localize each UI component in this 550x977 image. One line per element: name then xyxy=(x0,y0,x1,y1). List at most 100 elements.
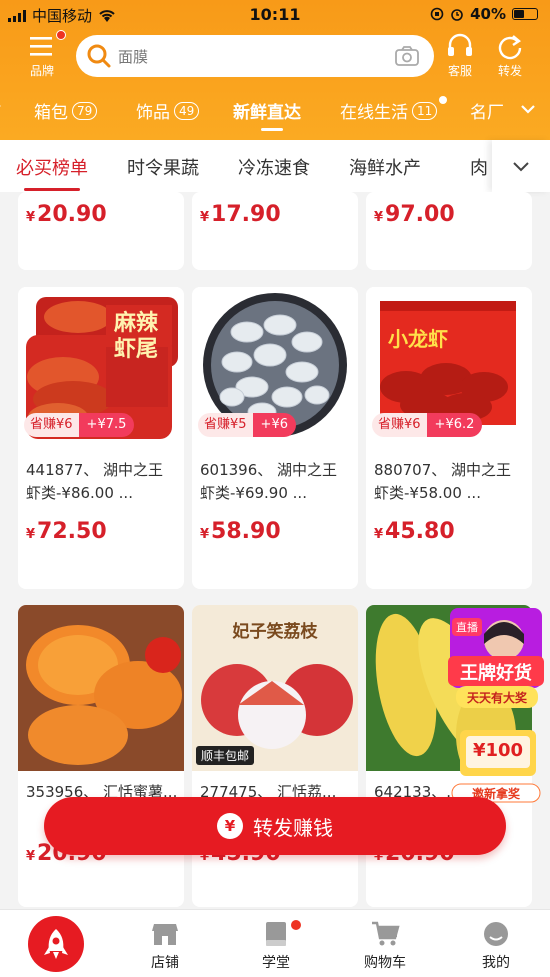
product-card[interactable]: 省赚¥5 +¥6 601396、 湖中之王虾类-¥69.90 ... ¥58.9… xyxy=(192,287,358,589)
free-shipping-badge: 顺丰包邮 xyxy=(196,746,255,765)
subtab-meat[interactable]: 肉 xyxy=(470,154,488,180)
price: ¥97.00 xyxy=(374,202,455,227)
product-card[interactable]: ¥20.90 xyxy=(18,192,184,270)
save-amount: 省赚¥6 xyxy=(372,413,427,437)
live-subtitle: 天天有大奖 xyxy=(466,691,527,705)
search-bar[interactable]: 面膜 xyxy=(76,35,434,77)
product-card[interactable]: 小龙虾 省赚¥6 +¥6.2 880707、 湖中之王虾类-¥58.00 ...… xyxy=(366,287,532,589)
tab-cart[interactable]: 购物车 xyxy=(350,920,420,972)
search-icon xyxy=(87,44,111,68)
product-image-lychee: 妃子笑荔枝 顺丰包邮 xyxy=(192,605,358,771)
subtab-seasonal[interactable]: 时令果蔬 xyxy=(127,154,199,180)
save-amount: 省赚¥5 xyxy=(198,413,253,437)
live-tag: 直播 xyxy=(452,618,482,636)
orientation-lock-icon xyxy=(430,7,444,21)
category-tab-brand-factory[interactable]: 名厂 xyxy=(470,98,504,123)
profile-icon xyxy=(461,920,531,948)
category-count: 49 xyxy=(174,101,200,120)
more-subtabs-button[interactable] xyxy=(492,140,550,192)
yen-icon: ¥ xyxy=(217,813,243,839)
tab-label: 购物车 xyxy=(364,955,406,971)
tab-store[interactable]: 店铺 xyxy=(130,920,200,972)
sub-tabs: 必买榜单 时令果蔬 冷冻速食 海鲜水产 肉 xyxy=(0,140,550,192)
earn-amount: +¥6 xyxy=(252,413,296,437)
category-count: 11 xyxy=(412,101,438,120)
bottom-tab-bar: 店铺 学堂 购物车 我的 xyxy=(0,909,550,977)
price: ¥45.80 xyxy=(374,519,455,544)
forward-icon xyxy=(486,30,534,62)
cart-icon xyxy=(350,920,420,948)
notification-dot xyxy=(56,30,66,40)
subtab-must-buy[interactable]: 必买榜单 xyxy=(16,154,88,191)
camera-icon[interactable] xyxy=(394,45,420,67)
category-label: 箱包 xyxy=(34,103,68,123)
package-label: 麻辣虾尾 xyxy=(114,311,159,362)
category-tab-fresh[interactable]: 新鲜直达 xyxy=(233,98,301,131)
product-title: 441877、 湖中之王虾类-¥86.00 ... xyxy=(26,461,164,502)
category-tab-jewelry[interactable]: 饰品 49 xyxy=(136,98,200,123)
live-promo-widget[interactable]: 直播 王牌好货 天天有大奖 ¥100 邀新拿奖 xyxy=(446,604,546,826)
tab-label: 店铺 xyxy=(151,955,179,971)
store-icon xyxy=(130,920,200,948)
status-bar: 中国移动 10:11 40% xyxy=(0,0,550,28)
brand-button[interactable]: 品牌 xyxy=(18,30,66,79)
brand-label: 品牌 xyxy=(29,64,54,78)
forward-button[interactable]: 转发 xyxy=(486,30,534,79)
new-dot xyxy=(439,96,448,104)
reward-amount: ¥100 xyxy=(472,740,524,761)
battery-icon xyxy=(512,8,538,20)
product-title: 880707、 湖中之王虾类-¥58.00 ... xyxy=(374,461,512,502)
tab-school[interactable]: 学堂 xyxy=(241,920,311,972)
subtab-seafood[interactable]: 海鲜水产 xyxy=(349,154,421,180)
savings-badge: 省赚¥6 +¥6.2 xyxy=(372,413,483,437)
price: ¥17.90 xyxy=(200,202,281,227)
product-card[interactable]: 353956、 汇恬蜜薯... ¥20.90 xyxy=(18,605,184,907)
savings-badge: 省赚¥5 +¥6 xyxy=(198,413,296,437)
forward-label: 转发 xyxy=(497,64,522,78)
earn-amount: +¥6.2 xyxy=(426,413,483,437)
price: ¥20.90 xyxy=(26,202,107,227)
category-label: 新鲜直达 xyxy=(233,103,301,123)
image-banner-text: 妃子笑荔枝 xyxy=(232,622,318,642)
tab-me[interactable]: 我的 xyxy=(461,920,531,972)
savings-badge: 省赚¥6 +¥7.5 xyxy=(24,413,135,437)
price: ¥72.50 xyxy=(26,519,107,544)
package-label: 小龙虾 xyxy=(388,327,448,351)
customer-service-button[interactable]: 客服 xyxy=(436,30,484,79)
live-title: 王牌好货 xyxy=(460,663,532,684)
product-image-peeled-shrimp: 省赚¥5 +¥6 xyxy=(192,287,358,445)
tab-label: 学堂 xyxy=(262,955,290,971)
category-tab-online-life[interactable]: 在线生活 11 xyxy=(340,96,448,123)
home-rocket-button[interactable] xyxy=(28,916,84,972)
notification-dot xyxy=(291,920,301,930)
chevron-down-icon[interactable] xyxy=(520,100,536,120)
product-title: 601396、 湖中之王虾类-¥69.90 ... xyxy=(200,461,338,502)
category-count: 79 xyxy=(72,101,98,120)
customer-service-label: 客服 xyxy=(447,64,472,78)
share-earn-button[interactable]: ¥ 转发赚钱 xyxy=(44,797,506,855)
category-label: 名厂 xyxy=(470,103,504,123)
product-card[interactable]: 麻辣虾尾 省赚¥6 +¥7.5 441877、 湖中之王虾类-¥86.00 ..… xyxy=(18,287,184,589)
save-amount: 省赚¥6 xyxy=(24,413,79,437)
earn-amount: +¥7.5 xyxy=(78,413,135,437)
product-image-crayfish-tails: 麻辣虾尾 省赚¥6 +¥7.5 xyxy=(18,287,184,445)
battery-percent: 40% xyxy=(470,5,506,23)
product-image-sweet-potato xyxy=(18,605,184,771)
price: ¥58.90 xyxy=(200,519,281,544)
tab-label: 我的 xyxy=(482,955,510,971)
search-placeholder: 面膜 xyxy=(118,47,149,66)
category-tabs: › 箱包 79 饰品 49 新鲜直达 在线生活 11 名厂 xyxy=(0,90,550,131)
category-tab-bags[interactable]: 箱包 79 xyxy=(34,98,98,123)
top-header: 中国移动 10:11 40% 品牌 面膜 客服 转发 箱包 79 饰品 49 新… xyxy=(0,0,550,140)
chevron-left-icon: › xyxy=(0,93,2,117)
product-card[interactable]: ¥97.00 xyxy=(366,192,532,270)
rocket-icon xyxy=(44,929,68,959)
chevron-down-icon xyxy=(513,162,529,172)
subtab-frozen[interactable]: 冷冻速食 xyxy=(238,154,310,180)
product-image-crayfish-box: 小龙虾 省赚¥6 +¥6.2 xyxy=(366,287,532,445)
category-label: 饰品 xyxy=(136,103,170,123)
share-earn-label: 转发赚钱 xyxy=(253,815,333,840)
alarm-icon xyxy=(451,9,463,21)
product-card[interactable]: ¥17.90 xyxy=(192,192,358,270)
product-card[interactable]: 妃子笑荔枝 顺丰包邮 277475、 汇恬荔... ¥45.90 xyxy=(192,605,358,907)
